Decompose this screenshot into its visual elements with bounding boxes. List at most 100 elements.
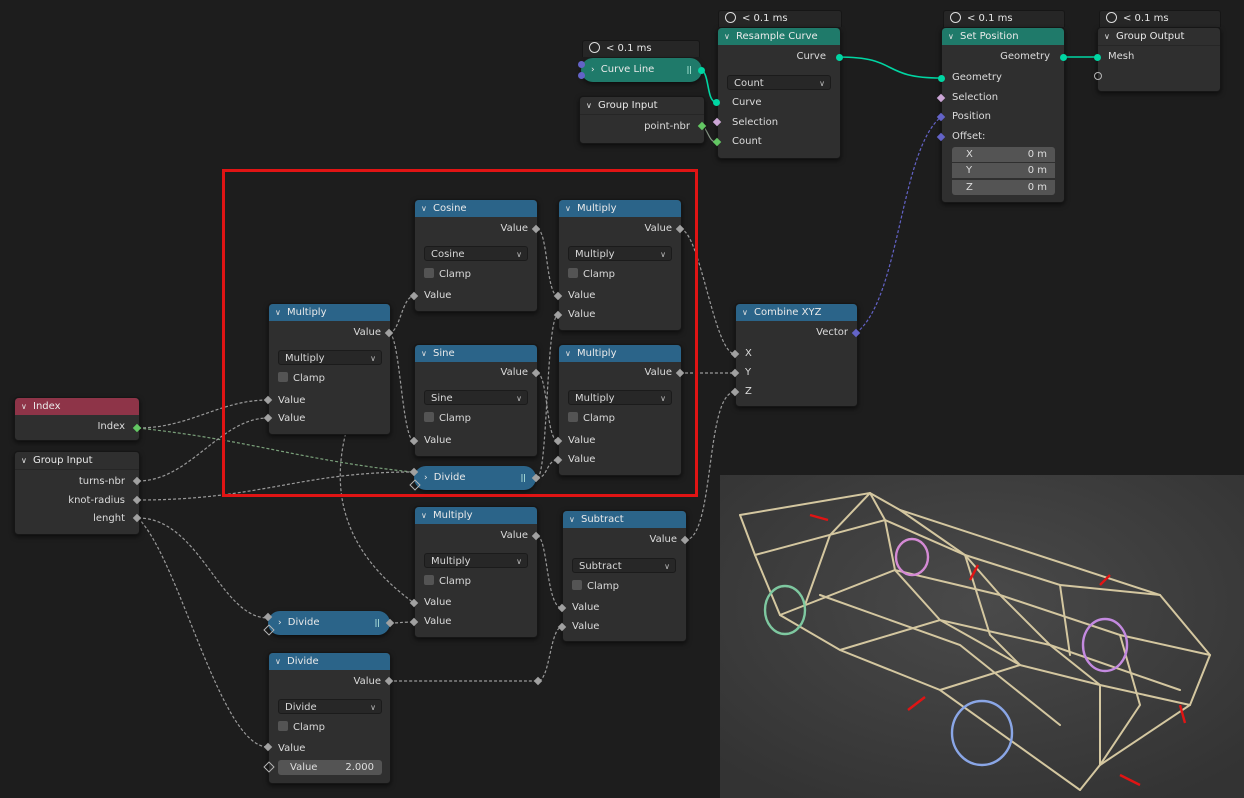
socket-label: Offset: — [952, 131, 986, 142]
node-title: Multiply — [577, 203, 617, 214]
multiply-mid-node[interactable]: ∨ Multiply Value Multiply ∨ Clamp Value Va… — [558, 344, 682, 476]
socket-end[interactable] — [578, 72, 585, 79]
subtract-node[interactable]: ∨ Subtract Value Subtract ∨ Clamp Value Va… — [562, 510, 687, 642]
chevron-down-icon: ∨ — [21, 456, 27, 465]
socket-label: Value — [424, 290, 452, 301]
curve-line-node[interactable]: › Curve Line || — [581, 58, 702, 82]
socket-label: Value — [500, 223, 528, 234]
mode-dropdown[interactable]: Count ∨ — [727, 75, 831, 90]
chevron-down-icon: ∨ — [21, 402, 27, 411]
dropdown-arrow-icon: ∨ — [819, 79, 825, 88]
socket-curve-out[interactable] — [698, 67, 705, 74]
chevron-down-icon: ∨ — [586, 101, 592, 110]
node-title: Divide — [433, 472, 466, 483]
node-title: Multiply — [577, 348, 617, 359]
set-position-timer: < 0.1 ms — [943, 10, 1065, 27]
node-title: Group Input — [33, 455, 93, 466]
node-title: Curve Line — [600, 64, 655, 75]
socket-label: Index — [97, 421, 125, 432]
divide-bottom-node[interactable]: ∨ Divide Value Divide ∨ Clamp Value Value 2… — [268, 652, 391, 784]
socket-curve-out[interactable] — [836, 54, 843, 61]
chevron-down-icon: ∨ — [724, 32, 730, 41]
socket-label: Geometry — [1000, 51, 1050, 62]
socket-label: knot-radius — [68, 495, 125, 506]
clamp-checkbox[interactable]: Clamp — [568, 412, 615, 426]
socket-mesh-in[interactable] — [1094, 54, 1101, 61]
socket-label: Y — [745, 367, 752, 378]
multiply-left-node[interactable]: ∨ Multiply Value Multiply ∨ Clamp Value Va… — [268, 303, 391, 435]
reroute-point[interactable] — [533, 676, 543, 686]
socket-curve-in[interactable] — [713, 99, 720, 106]
socket-label: Value — [644, 367, 672, 378]
operation-dropdown[interactable]: Divide ∨ — [278, 699, 382, 714]
clamp-checkbox[interactable]: Clamp — [278, 372, 325, 386]
resample-curve-node[interactable]: ∨ Resample Curve Curve Count ∨ Curve Selec… — [717, 27, 841, 159]
clamp-checkbox[interactable]: Clamp — [278, 721, 325, 735]
socket-label: Selection — [952, 92, 999, 103]
socket-label: Value — [572, 621, 600, 632]
combine-xyz-node[interactable]: ∨ Combine XYZ Vector X Y Z — [735, 303, 858, 407]
clamp-checkbox[interactable]: Clamp — [424, 575, 471, 589]
socket-label: X — [745, 348, 752, 359]
chevron-down-icon: ∨ — [421, 349, 427, 358]
node-title: Multiply — [433, 510, 473, 521]
socket-geometry-in[interactable] — [938, 75, 945, 82]
socket-label: turns-nbr — [78, 476, 125, 487]
operation-dropdown[interactable]: Cosine ∨ — [424, 246, 528, 261]
socket-geometry-out[interactable] — [1060, 54, 1067, 61]
operation-dropdown[interactable]: Subtract ∨ — [572, 558, 676, 573]
index-node[interactable]: ∨ Index Index — [14, 397, 140, 441]
curve-line-timer: < 0.1 ms — [582, 40, 700, 57]
socket-label: Value — [568, 435, 596, 446]
dropdown-arrow-icon: ∨ — [516, 557, 522, 566]
socket-label: Count — [732, 136, 762, 147]
socket-start[interactable] — [578, 61, 585, 68]
operation-dropdown[interactable]: Multiply ∨ — [424, 553, 528, 568]
chevron-right-icon: › — [424, 473, 428, 483]
socket-label: Value — [424, 616, 452, 627]
operation-dropdown[interactable]: Multiply ∨ — [568, 390, 672, 405]
socket-label: Value — [353, 327, 381, 338]
socket-label: Value — [424, 597, 452, 608]
socket-label: Geometry — [952, 72, 1002, 83]
clamp-checkbox[interactable]: Clamp — [568, 268, 615, 282]
socket-label: Value — [500, 530, 528, 541]
dropdown-arrow-icon: ∨ — [660, 394, 666, 403]
grip-icon: || — [520, 473, 526, 482]
chevron-down-icon: ∨ — [569, 515, 575, 524]
node-title: Combine XYZ — [754, 307, 822, 318]
node-title: Divide — [287, 656, 319, 667]
set-position-node[interactable]: ∨ Set Position Geometry Geometry Selectio… — [941, 27, 1065, 203]
group-input-left-node[interactable]: ∨ Group Input turns-nbr knot-radius lengh… — [14, 451, 140, 535]
socket-label: Value — [278, 413, 306, 424]
socket-label: Curve — [796, 51, 826, 62]
socket-label: Curve — [732, 97, 762, 108]
node-title: Divide — [287, 617, 320, 628]
clamp-checkbox[interactable]: Clamp — [424, 268, 471, 282]
viewport-preview — [720, 475, 1244, 798]
multiply-top-node[interactable]: ∨ Multiply Value Multiply ∨ Clamp Value Va… — [558, 199, 682, 331]
divide-bottom-pill-node[interactable]: › Divide || — [268, 611, 390, 635]
operation-dropdown[interactable]: Multiply ∨ — [568, 246, 672, 261]
node-title: Resample Curve — [736, 31, 818, 42]
value-field[interactable]: Value 2.000 — [278, 760, 382, 775]
operation-dropdown[interactable]: Multiply ∨ — [278, 350, 382, 365]
socket-label: Value — [500, 367, 528, 378]
socket-label: Value — [644, 223, 672, 234]
divide-top-node[interactable]: › Divide || — [414, 466, 536, 490]
socket-empty-in[interactable] — [1094, 72, 1102, 80]
clamp-checkbox[interactable]: Clamp — [572, 580, 619, 594]
offset-x-field[interactable]: X0 m — [952, 147, 1055, 162]
group-input-top-node[interactable]: ∨ Group Input point-nbr — [579, 96, 705, 144]
clamp-checkbox[interactable]: Clamp — [424, 412, 471, 426]
offset-y-field[interactable]: Y0 m — [952, 163, 1055, 178]
offset-z-field[interactable]: Z0 m — [952, 180, 1055, 195]
multiply-bottom-node[interactable]: ∨ Multiply Value Multiply ∨ Clamp Value Va… — [414, 506, 538, 638]
group-output-node[interactable]: ∨ Group Output Mesh — [1097, 27, 1221, 92]
sine-node[interactable]: ∨ Sine Value Sine ∨ Clamp Value — [414, 344, 538, 457]
chevron-down-icon: ∨ — [565, 204, 571, 213]
chevron-down-icon: ∨ — [275, 308, 281, 317]
socket-label: Value — [568, 454, 596, 465]
cosine-node[interactable]: ∨ Cosine Value Cosine ∨ Clamp Value — [414, 199, 538, 312]
operation-dropdown[interactable]: Sine ∨ — [424, 390, 528, 405]
